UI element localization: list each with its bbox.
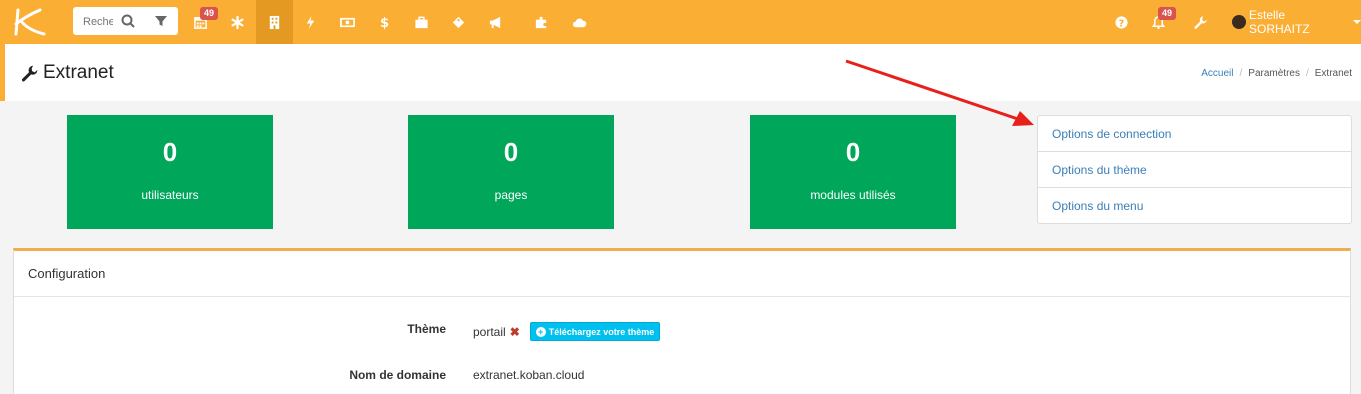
help-nav[interactable]: ?: [1103, 0, 1140, 44]
stat-pages-label: pages: [494, 188, 528, 202]
theme-value-group: portail ✖ + Téléchargez votre thème: [473, 322, 661, 341]
top-navbar: 49 $ ? 49 Estelle SORHAITZ: [0, 0, 1361, 44]
megaphone-nav[interactable]: [477, 0, 514, 44]
briefcase-nav[interactable]: [403, 0, 440, 44]
cloud-icon: [572, 18, 587, 27]
ticket-icon: [452, 16, 465, 28]
chevron-down-icon: [1353, 20, 1361, 24]
svg-text:?: ?: [1119, 18, 1124, 29]
puzzle-nav[interactable]: [523, 0, 560, 44]
stat-modules-value: 0: [845, 137, 861, 167]
page-title: Extranet: [20, 62, 114, 84]
dollar-icon: $: [380, 16, 389, 30]
money-icon: [340, 17, 355, 27]
tag-nav[interactable]: [440, 0, 477, 44]
bolt-icon: [306, 15, 315, 29]
remove-theme-icon[interactable]: ✖: [510, 325, 520, 339]
breadcrumb-settings: Paramètres: [1248, 68, 1300, 79]
calendar-badge: 49: [200, 7, 219, 20]
breadcrumb-separator: /: [1305, 68, 1309, 79]
notifications-nav[interactable]: 49: [1140, 0, 1177, 44]
breadcrumb-separator: /: [1239, 68, 1243, 79]
options-list: Options de connection Options du thème O…: [1037, 115, 1352, 224]
stat-users-value: 0: [162, 137, 178, 167]
stat-users-label: utilisateurs: [141, 188, 199, 202]
search-box: [73, 7, 178, 35]
cloud-nav[interactable]: [561, 0, 598, 44]
option-connection[interactable]: Options de connection: [1038, 116, 1351, 152]
upload-theme-button[interactable]: + Téléchargez votre thème: [529, 322, 661, 341]
wrench-icon: [1194, 15, 1207, 29]
page-header: Extranet Accueil / Paramètres / Extranet: [0, 44, 1361, 101]
breadcrumb: Accueil / Paramètres / Extranet: [1201, 68, 1352, 79]
user-menu[interactable]: Estelle SORHAITZ: [1232, 8, 1361, 36]
wrench-icon: [21, 65, 38, 81]
building-icon: [269, 15, 280, 29]
svg-text:$: $: [380, 16, 389, 30]
filter-icon[interactable]: [153, 13, 169, 29]
koban-logo[interactable]: [10, 6, 50, 38]
money-nav[interactable]: [329, 0, 366, 44]
configuration-heading: Configuration: [14, 251, 1350, 297]
calendar-nav[interactable]: 49: [182, 0, 219, 44]
theme-label: Thème: [407, 322, 446, 336]
avatar: [1232, 15, 1246, 29]
plus-circle-icon: +: [535, 326, 546, 337]
dollar-nav[interactable]: $: [366, 0, 403, 44]
puzzle-icon: [535, 16, 547, 28]
domain-label: Nom de domaine: [349, 368, 446, 382]
domain-row: Nom de domaine extranet.koban.cloud: [14, 366, 1350, 386]
option-menu[interactable]: Options du menu: [1038, 188, 1351, 224]
briefcase-icon: [415, 16, 428, 28]
theme-value: portail: [473, 324, 506, 339]
settings-nav[interactable]: [1182, 0, 1219, 44]
notifications-badge: 49: [1158, 7, 1177, 20]
building-nav[interactable]: [256, 0, 293, 44]
search-input[interactable]: [83, 14, 113, 29]
breadcrumb-home[interactable]: Accueil: [1201, 68, 1233, 79]
option-theme[interactable]: Options du thème: [1038, 152, 1351, 188]
upload-theme-label: Téléchargez votre thème: [548, 326, 655, 337]
bolt-nav[interactable]: [292, 0, 329, 44]
asterisk-nav[interactable]: [219, 0, 256, 44]
question-circle-icon: ?: [1115, 15, 1128, 29]
user-name: Estelle SORHAITZ: [1249, 8, 1310, 36]
annotation-arrow: [845, 59, 1034, 126]
configuration-panel: Configuration Thème portail ✖ + Téléchar…: [13, 248, 1351, 394]
theme-row: Thème portail ✖ + Téléchargez votre thèm…: [14, 320, 1350, 341]
stat-pages-value: 0: [503, 137, 519, 167]
search-icon[interactable]: [120, 13, 136, 29]
stat-modules-label: modules utilisés: [810, 188, 896, 202]
bullhorn-icon: [489, 16, 501, 28]
domain-value: extranet.koban.cloud: [473, 368, 585, 382]
stat-pages: 0 pages: [408, 115, 614, 229]
breadcrumb-current: Extranet: [1314, 68, 1352, 79]
stat-users: 0 utilisateurs: [67, 115, 273, 229]
asterisk-icon: [231, 15, 244, 29]
page-title-text: Extranet: [43, 62, 114, 83]
